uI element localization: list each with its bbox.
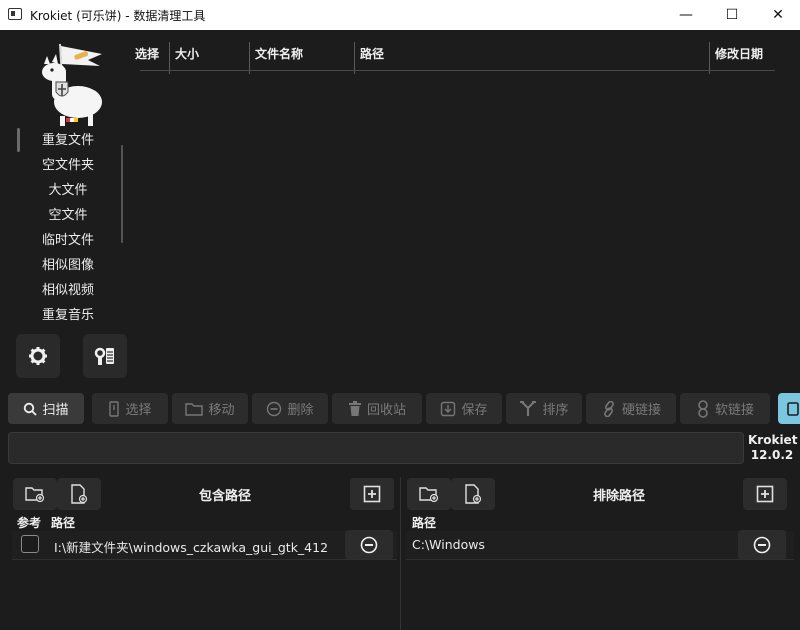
sidebar-item-temporary-files[interactable]: 临时文件 [16,228,126,253]
plus-box-icon [363,485,381,503]
save-icon [441,401,456,416]
version-number: 12.0.2 [750,448,794,462]
folder-icon [185,402,204,416]
status-text-area[interactable] [8,432,744,464]
included-path-column-label: 路径 [51,516,76,530]
row-divider [12,559,397,560]
app-icon [8,8,22,20]
remove-included-path-button[interactable] [345,530,393,560]
folder-add-icon [25,487,45,502]
sidebar-item-duplicate-files[interactable]: 重复文件 [16,128,126,153]
sidebar-item-duplicate-music[interactable]: 重复音乐 [16,303,126,328]
chain-icon [698,399,708,418]
delete-label: 删除 [287,403,314,418]
included-path-text: I:\新建文件夹\windows_czkawka_gui_gtk_412 [54,540,329,555]
sidebar-item-similar-images[interactable]: 相似图像 [16,253,126,278]
settings-button[interactable] [16,334,60,378]
column-select[interactable]: 选择 [135,45,159,62]
maximize-button[interactable]: ☐ [709,0,755,30]
add-included-folder-button[interactable] [13,478,57,510]
title-bar: Krokiet (可乐饼) - 数据清理工具 — ☐ ✕ [0,0,800,30]
scan-label: 扫描 [42,403,69,418]
sidebar-item-similar-videos[interactable]: 相似视频 [16,278,126,303]
hardlink-button[interactable]: 硬链接 [586,393,676,424]
trash-icon [348,400,361,416]
add-included-file-button[interactable] [57,478,101,510]
add-excluded-folder-button[interactable] [407,478,451,510]
file-add-icon [71,484,88,504]
folder-add-icon [419,487,439,502]
minimize-button[interactable]: — [663,0,709,30]
hardlink-label: 硬链接 [621,403,661,418]
minus-circle-icon [360,536,378,554]
column-modified-date[interactable]: 修改日期 [715,45,763,62]
scan-button[interactable]: 扫描 [8,393,84,424]
sidebar-tabs: 重复文件 空文件夹 大文件 空文件 临时文件 相似图像 相似视频 重复音乐 [16,128,126,328]
column-path[interactable]: 路径 [360,45,384,62]
sort-button[interactable]: 排序 [506,393,582,424]
search-icon [24,402,38,416]
save-button[interactable]: 保存 [426,393,502,424]
app-name: Krokiet [748,433,798,447]
row-divider [406,559,794,560]
excluded-path-text: C:\Windows [412,537,485,552]
app-version: Krokiet 12.0.2 [748,433,798,463]
included-paths-title: 包含路径 [199,489,252,504]
column-file-name[interactable]: 文件名称 [255,45,303,62]
remove-excluded-path-button[interactable] [738,530,786,560]
panel-divider [400,477,401,630]
minus-circle-icon [267,401,282,416]
symlink-button[interactable]: 软链接 [680,393,770,424]
select-icon [109,400,120,417]
move-label: 移动 [208,403,235,418]
llama-logo [42,43,102,126]
add-excluded-file-button[interactable] [451,478,495,510]
sidebar-item-empty-files[interactable]: 空文件 [16,203,126,228]
reference-column-label: 参考 [17,516,42,530]
select-label: 选择 [125,403,152,418]
delete-button[interactable]: 删除 [252,393,328,424]
sidebar-scrollbar[interactable] [121,145,123,243]
excluded-paths-title: 排除路径 [593,489,646,504]
panel-icon [787,401,799,416]
sidebar-item-empty-folders[interactable]: 空文件夹 [16,153,126,178]
gear-icon [29,347,47,365]
window-title: Krokiet (可乐饼) - 数据清理工具 [30,9,206,23]
symlink-label: 软链接 [714,403,754,418]
plus-box-icon [756,485,774,503]
overflow-button[interactable] [778,393,800,424]
save-label: 保存 [461,403,488,418]
about-button[interactable] [83,334,127,378]
excluded-path-column-label: 路径 [412,516,437,530]
close-button[interactable]: ✕ [755,0,800,30]
trash-button[interactable]: 回收站 [332,393,422,424]
file-add-icon [465,484,482,504]
sort-label: 排序 [542,403,569,418]
header-divider [140,70,775,71]
sort-icon [520,400,537,416]
manual-add-included-button[interactable] [350,478,394,510]
link-icon [604,400,614,417]
action-toolbar: 扫描 选择 移动 删除 回收站 保存 排序 硬链接 软链接 [0,393,800,425]
sidebar-item-big-files[interactable]: 大文件 [16,178,126,203]
move-button[interactable]: 移动 [172,393,248,424]
reference-checkbox[interactable] [21,535,39,553]
manual-add-excluded-button[interactable] [743,478,787,510]
select-button[interactable]: 选择 [92,393,168,424]
minus-circle-icon [753,536,771,554]
column-size[interactable]: 大小 [175,45,199,62]
trash-label: 回收站 [366,403,406,418]
info-icon [94,347,114,365]
